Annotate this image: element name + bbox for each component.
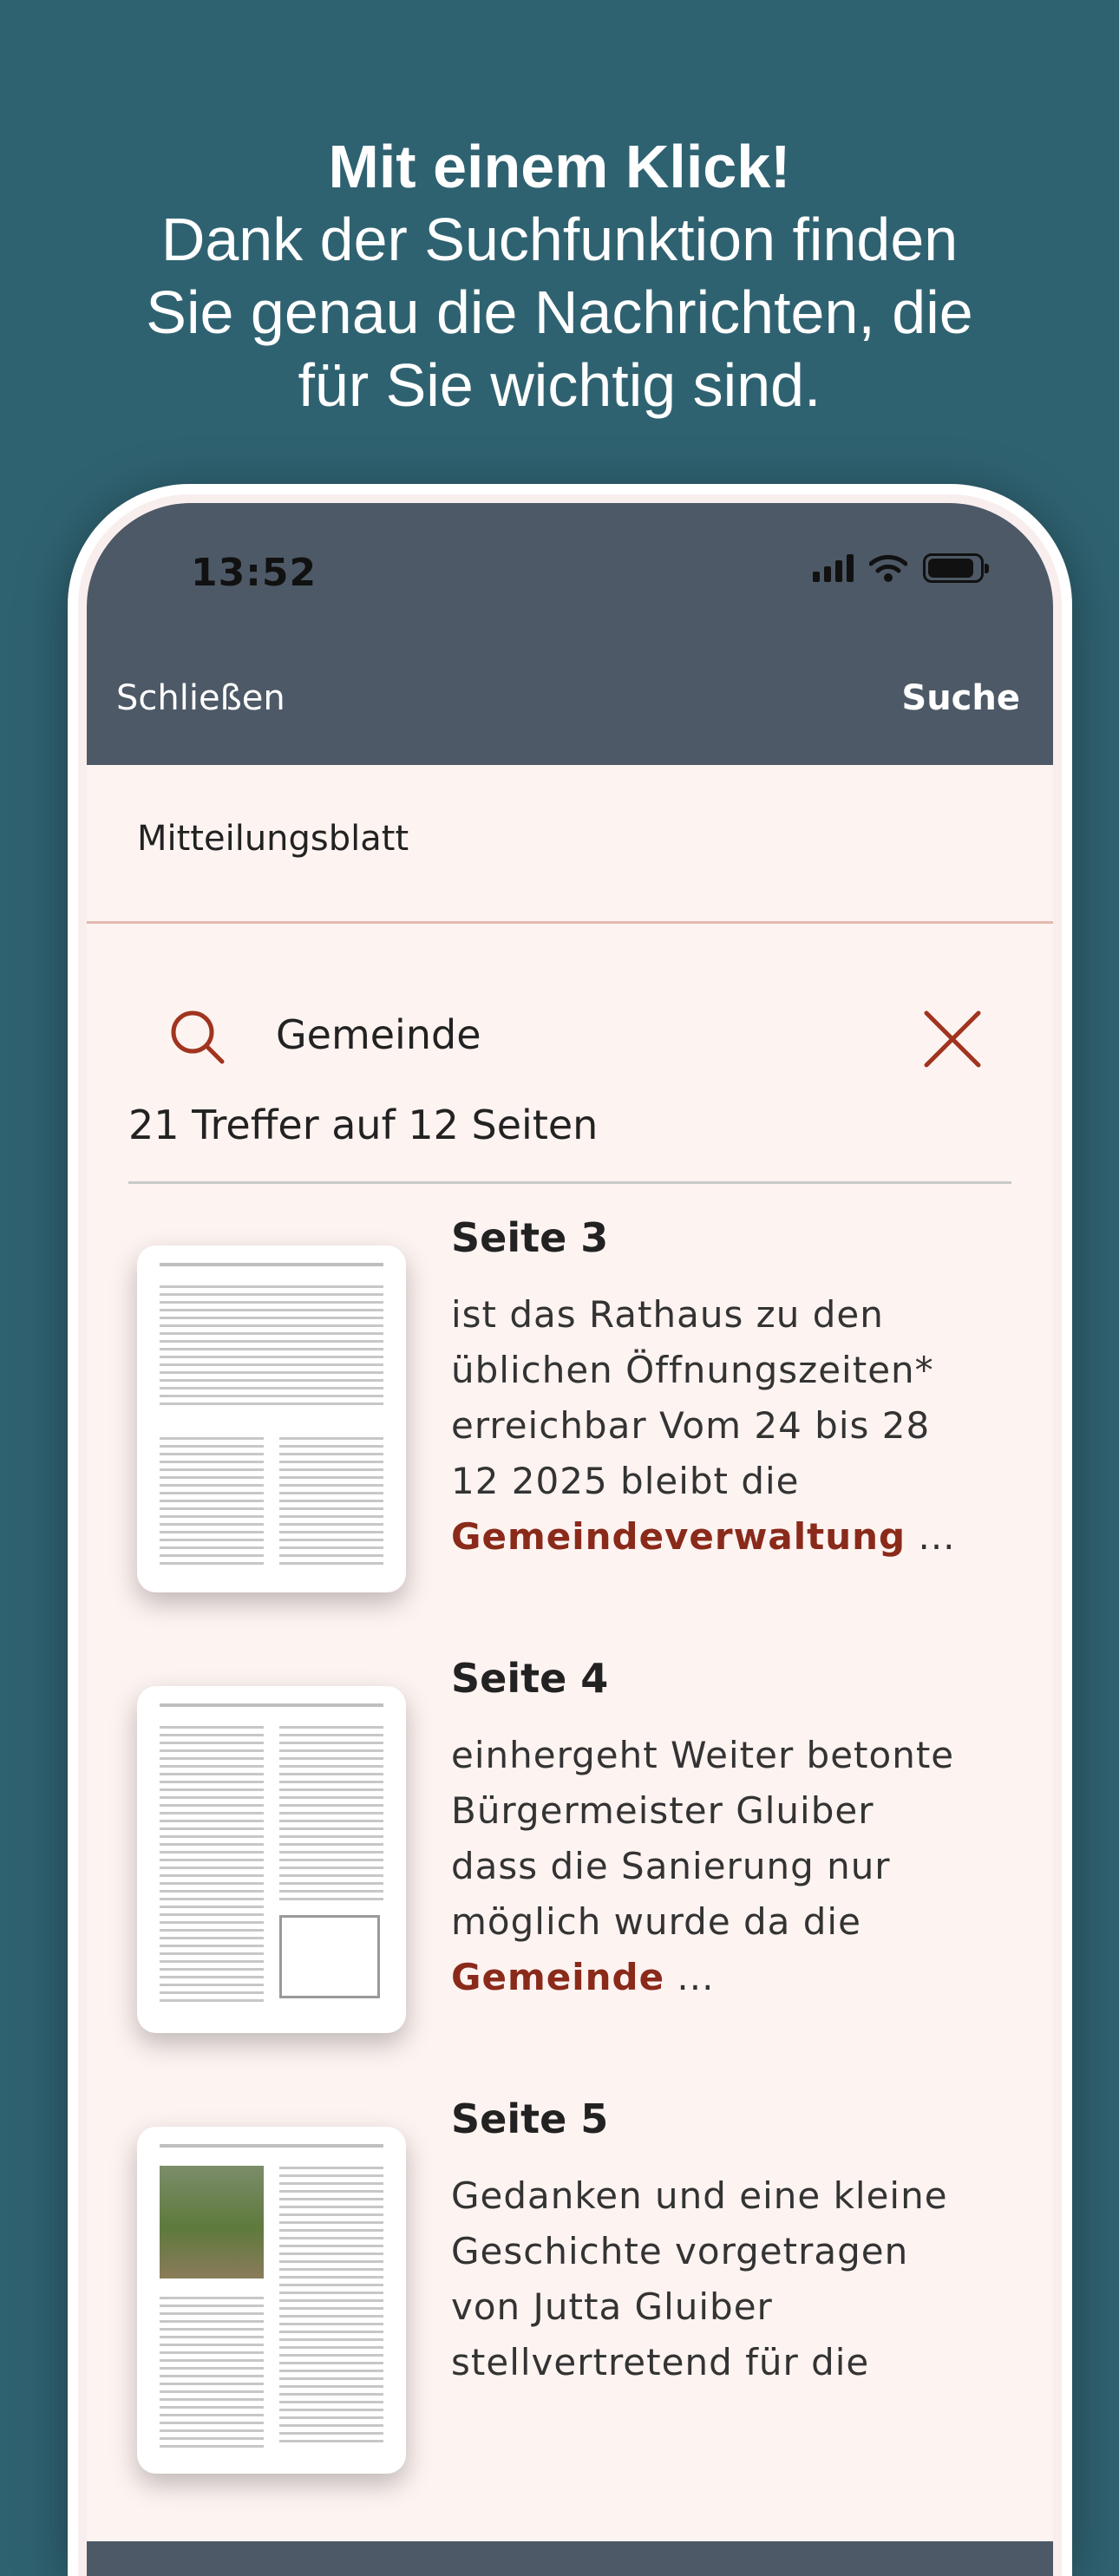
wifi-icon	[869, 554, 907, 582]
headline: Mit einem Klick! Dank der Suchfunktion f…	[0, 130, 1119, 422]
headline-title: Mit einem Klick!	[328, 133, 791, 200]
page-thumbnail[interactable]	[137, 1686, 406, 2033]
result-snippet: ist das Rathaus zu den üblichen Öffnungs…	[451, 1293, 956, 1558]
search-input[interactable]: Gemeinde	[276, 1011, 481, 1058]
result-highlight: Gemeindeverwaltung	[451, 1515, 906, 1558]
tab-bar[interactable]	[87, 2541, 1053, 2576]
result-title: Seite 4	[451, 1655, 609, 1702]
status-icons	[813, 553, 989, 583]
section-label: Mitteilungsblatt	[137, 819, 409, 859]
search-icon	[171, 1010, 225, 1064]
search-row[interactable]: Gemeinde	[87, 989, 1053, 1084]
search-result[interactable]: Seite 4 einhergeht Weiter betonte Bürger…	[87, 1655, 1053, 2071]
phone-frame: 13:52 Schließen Suche Mitteilungsblatt G…	[68, 484, 1072, 2576]
battery-icon	[923, 553, 989, 583]
search-button[interactable]: Suche	[901, 678, 1020, 718]
top-bar: 13:52 Schließen Suche	[87, 503, 1053, 765]
result-title: Seite 3	[451, 1214, 609, 1261]
cellular-signal-icon	[813, 554, 854, 582]
search-result[interactable]: Seite 3 ist das Rathaus zu den üblichen …	[87, 1214, 1053, 1631]
headline-line: Sie genau die Nachrichten, die	[146, 278, 973, 346]
result-snippet: einhergeht Weiter betonte Bürgermeister …	[451, 1734, 955, 1998]
search-result[interactable]: Seite 5 Gedanken und eine kleine Geschic…	[87, 2095, 1053, 2512]
phone-screen: 13:52 Schließen Suche Mitteilungsblatt G…	[87, 503, 1053, 2576]
page-thumbnail[interactable]	[137, 2127, 406, 2474]
result-snippet: Gedanken und eine kleine Geschichte vorg…	[451, 2174, 948, 2383]
hits-count: 21 Treffer auf 12 Seiten	[128, 1102, 599, 1148]
result-highlight: Gemeinde	[451, 1956, 665, 1998]
clear-search-icon[interactable]	[921, 1008, 984, 1070]
result-title: Seite 5	[451, 2095, 609, 2142]
divider	[128, 1181, 1011, 1184]
headline-line: Dank der Suchfunktion finden	[160, 206, 959, 273]
status-time: 13:52	[191, 551, 317, 595]
headline-line: für Sie wichtig sind.	[298, 351, 821, 419]
section-header: Mitteilungsblatt	[87, 765, 1053, 924]
close-button[interactable]: Schließen	[116, 678, 285, 718]
page-thumbnail[interactable]	[137, 1246, 406, 1592]
